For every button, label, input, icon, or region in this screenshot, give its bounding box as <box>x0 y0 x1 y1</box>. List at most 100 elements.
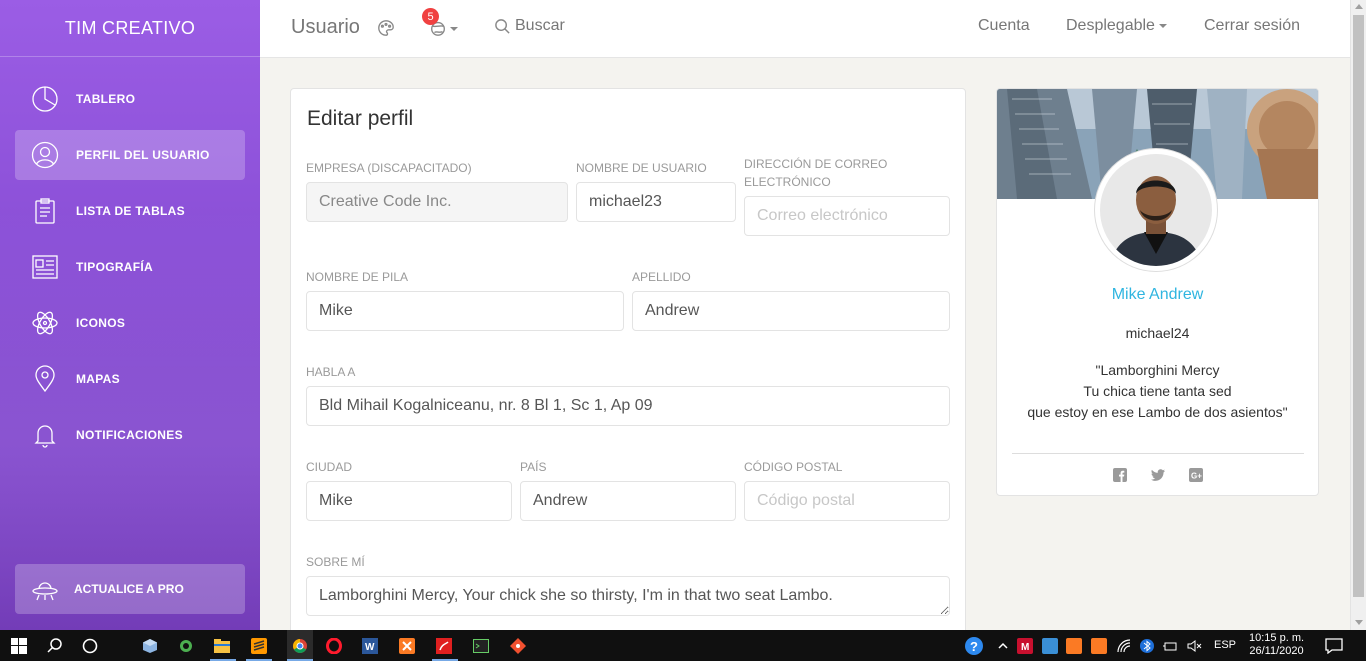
firstname-field[interactable] <box>306 291 624 331</box>
svg-text:W: W <box>365 642 375 653</box>
bell-icon <box>30 420 60 450</box>
user-quote: "Lamborghini Mercy Tu chica tiene tanta … <box>997 360 1318 423</box>
sidebar-nav: TABLERO PERFIL DEL USUARIO LISTA DE TABL… <box>0 74 260 460</box>
dropdown-label: Desplegable <box>1066 17 1155 34</box>
postal-label: CÓDIGO POSTAL <box>744 460 843 474</box>
windows-start-icon[interactable] <box>9 636 29 656</box>
pdf-reader-icon[interactable] <box>434 636 454 656</box>
svg-text:?: ? <box>970 639 978 654</box>
ufo-icon <box>30 574 60 604</box>
sidebar-item-tipografia[interactable]: TIPOGRAFÍA <box>15 242 245 292</box>
file-explorer-icon[interactable] <box>212 636 232 656</box>
opera-icon[interactable] <box>324 636 344 656</box>
sidebar-item-mapas[interactable]: MAPAS <box>15 354 245 404</box>
vertical-scrollbar[interactable] <box>1350 0 1366 630</box>
about-textarea[interactable]: Lamborghini Mercy, Your chick she so thi… <box>306 576 950 616</box>
clock[interactable]: 10:15 p. m. 26/11/2020 <box>1249 632 1304 658</box>
upgrade-label: ACTUALICE A PRO <box>74 582 184 596</box>
sidebar-item-notificaciones[interactable]: NOTIFICACIONES <box>15 410 245 460</box>
clipboard-icon <box>30 196 60 226</box>
bluetooth-icon[interactable] <box>1137 636 1157 656</box>
chrome-icon[interactable] <box>287 630 313 661</box>
card-title: Editar perfil <box>307 107 414 130</box>
sidebar-item-tablero[interactable]: TABLERO <box>15 74 245 124</box>
xampp-icon[interactable] <box>397 636 417 656</box>
country-label: PAÍS <box>520 460 547 474</box>
logout-link[interactable]: Cerrar sesión <box>1204 17 1300 35</box>
terminal-icon[interactable] <box>471 636 491 656</box>
sidebar-item-iconos[interactable]: ICONOS <box>15 298 245 348</box>
newspaper-icon <box>30 252 60 282</box>
antivirus-icon[interactable]: M <box>1015 636 1035 656</box>
about-label: SOBRE MÍ <box>306 555 365 569</box>
google-plus-icon[interactable]: G+ <box>1188 468 1203 482</box>
xampp-tray-icon[interactable] <box>1064 636 1084 656</box>
sidebar-item-label: PERFIL DEL USUARIO <box>76 148 210 162</box>
cortana-icon[interactable] <box>80 636 100 656</box>
word-icon[interactable]: W <box>360 636 380 656</box>
pie-chart-icon <box>30 84 60 114</box>
address-field[interactable] <box>306 386 950 426</box>
volume-muted-icon[interactable] <box>1184 636 1204 656</box>
postal-field[interactable] <box>744 481 950 521</box>
tray-app-icon[interactable] <box>1040 636 1060 656</box>
user-circle-icon <box>30 140 60 170</box>
show-hidden-icons[interactable] <box>993 636 1013 656</box>
upgrade-pro-button[interactable]: ACTUALICE A PRO <box>15 564 245 614</box>
lastname-field[interactable] <box>632 291 950 331</box>
email-field[interactable] <box>744 196 950 236</box>
git-icon[interactable] <box>508 636 528 656</box>
lastname-label: APELLIDO <box>632 270 691 284</box>
sidebar-item-label: ICONOS <box>76 316 126 330</box>
country-field[interactable] <box>520 481 736 521</box>
app-icon[interactable] <box>176 636 196 656</box>
company-label: EMPRESA (DISCAPACITADO) <box>306 161 472 175</box>
language-indicator[interactable]: ESP <box>1214 639 1236 651</box>
sidebar-item-label: NOTIFICACIONES <box>76 428 183 442</box>
sidebar: TIM CREATIVO TABLERO PERFIL DEL USUARIO … <box>0 0 260 630</box>
page-title: Usuario <box>291 16 360 38</box>
quote-line: que estoy en ese Lambo de dos asientos" <box>1027 404 1288 420</box>
clock-time: 10:15 p. m. <box>1249 632 1305 644</box>
search-icon[interactable] <box>45 636 65 656</box>
help-icon[interactable]: ? <box>964 636 984 656</box>
power-plug-icon[interactable] <box>1160 636 1180 656</box>
company-field <box>306 182 568 222</box>
account-link[interactable]: Cuenta <box>978 17 1030 35</box>
firstname-label: NOMBRE DE PILA <box>306 270 409 284</box>
sidebar-item-label: LISTA DE TABLAS <box>76 204 185 218</box>
3d-box-icon[interactable] <box>140 636 160 656</box>
edit-profile-card: Editar perfil EMPRESA (DISCAPACITADO) NO… <box>290 88 966 648</box>
atom-icon <box>30 308 60 338</box>
notification-center-icon[interactable] <box>1324 636 1344 656</box>
notification-badge: 5 <box>422 8 439 25</box>
palette-icon[interactable] <box>375 17 397 39</box>
top-navbar: Usuario 5 Buscar Cuenta Desplegable Cerr… <box>260 0 1350 58</box>
xampp-tray-icon-2[interactable] <box>1089 636 1109 656</box>
user-handle: michael24 <box>1125 325 1190 341</box>
address-label: HABLA A <box>306 365 356 379</box>
username-label: NOMBRE DE USUARIO <box>576 161 707 175</box>
scroll-down-arrow[interactable] <box>1355 620 1363 625</box>
user-profile-card: Mike Andrew michael24 "Lamborghini Mercy… <box>996 88 1319 496</box>
username-field[interactable] <box>576 182 736 222</box>
quote-line: "Lamborghini Mercy <box>1095 362 1220 378</box>
sidebar-item-tablas[interactable]: LISTA DE TABLAS <box>15 186 245 236</box>
chevron-down-icon[interactable] <box>450 27 458 31</box>
facebook-icon[interactable] <box>1112 468 1127 482</box>
city-field[interactable] <box>306 481 512 521</box>
avatar <box>1095 149 1217 271</box>
user-name[interactable]: Mike Andrew <box>997 286 1318 304</box>
sidebar-item-perfil[interactable]: PERFIL DEL USUARIO <box>15 130 245 180</box>
twitter-icon[interactable] <box>1150 468 1165 482</box>
brand-logo[interactable]: TIM CREATIVO <box>0 0 260 57</box>
search-link[interactable]: Buscar <box>494 17 565 35</box>
divider <box>1012 453 1304 454</box>
search-label: Buscar <box>515 17 565 34</box>
scroll-thumb[interactable] <box>1353 15 1364 597</box>
dropdown-menu[interactable]: Desplegable <box>1066 17 1167 35</box>
sublime-text-icon[interactable] <box>249 636 269 656</box>
scroll-up-arrow[interactable] <box>1355 4 1363 9</box>
wifi-icon[interactable] <box>1114 636 1134 656</box>
map-pin-icon <box>30 364 60 394</box>
